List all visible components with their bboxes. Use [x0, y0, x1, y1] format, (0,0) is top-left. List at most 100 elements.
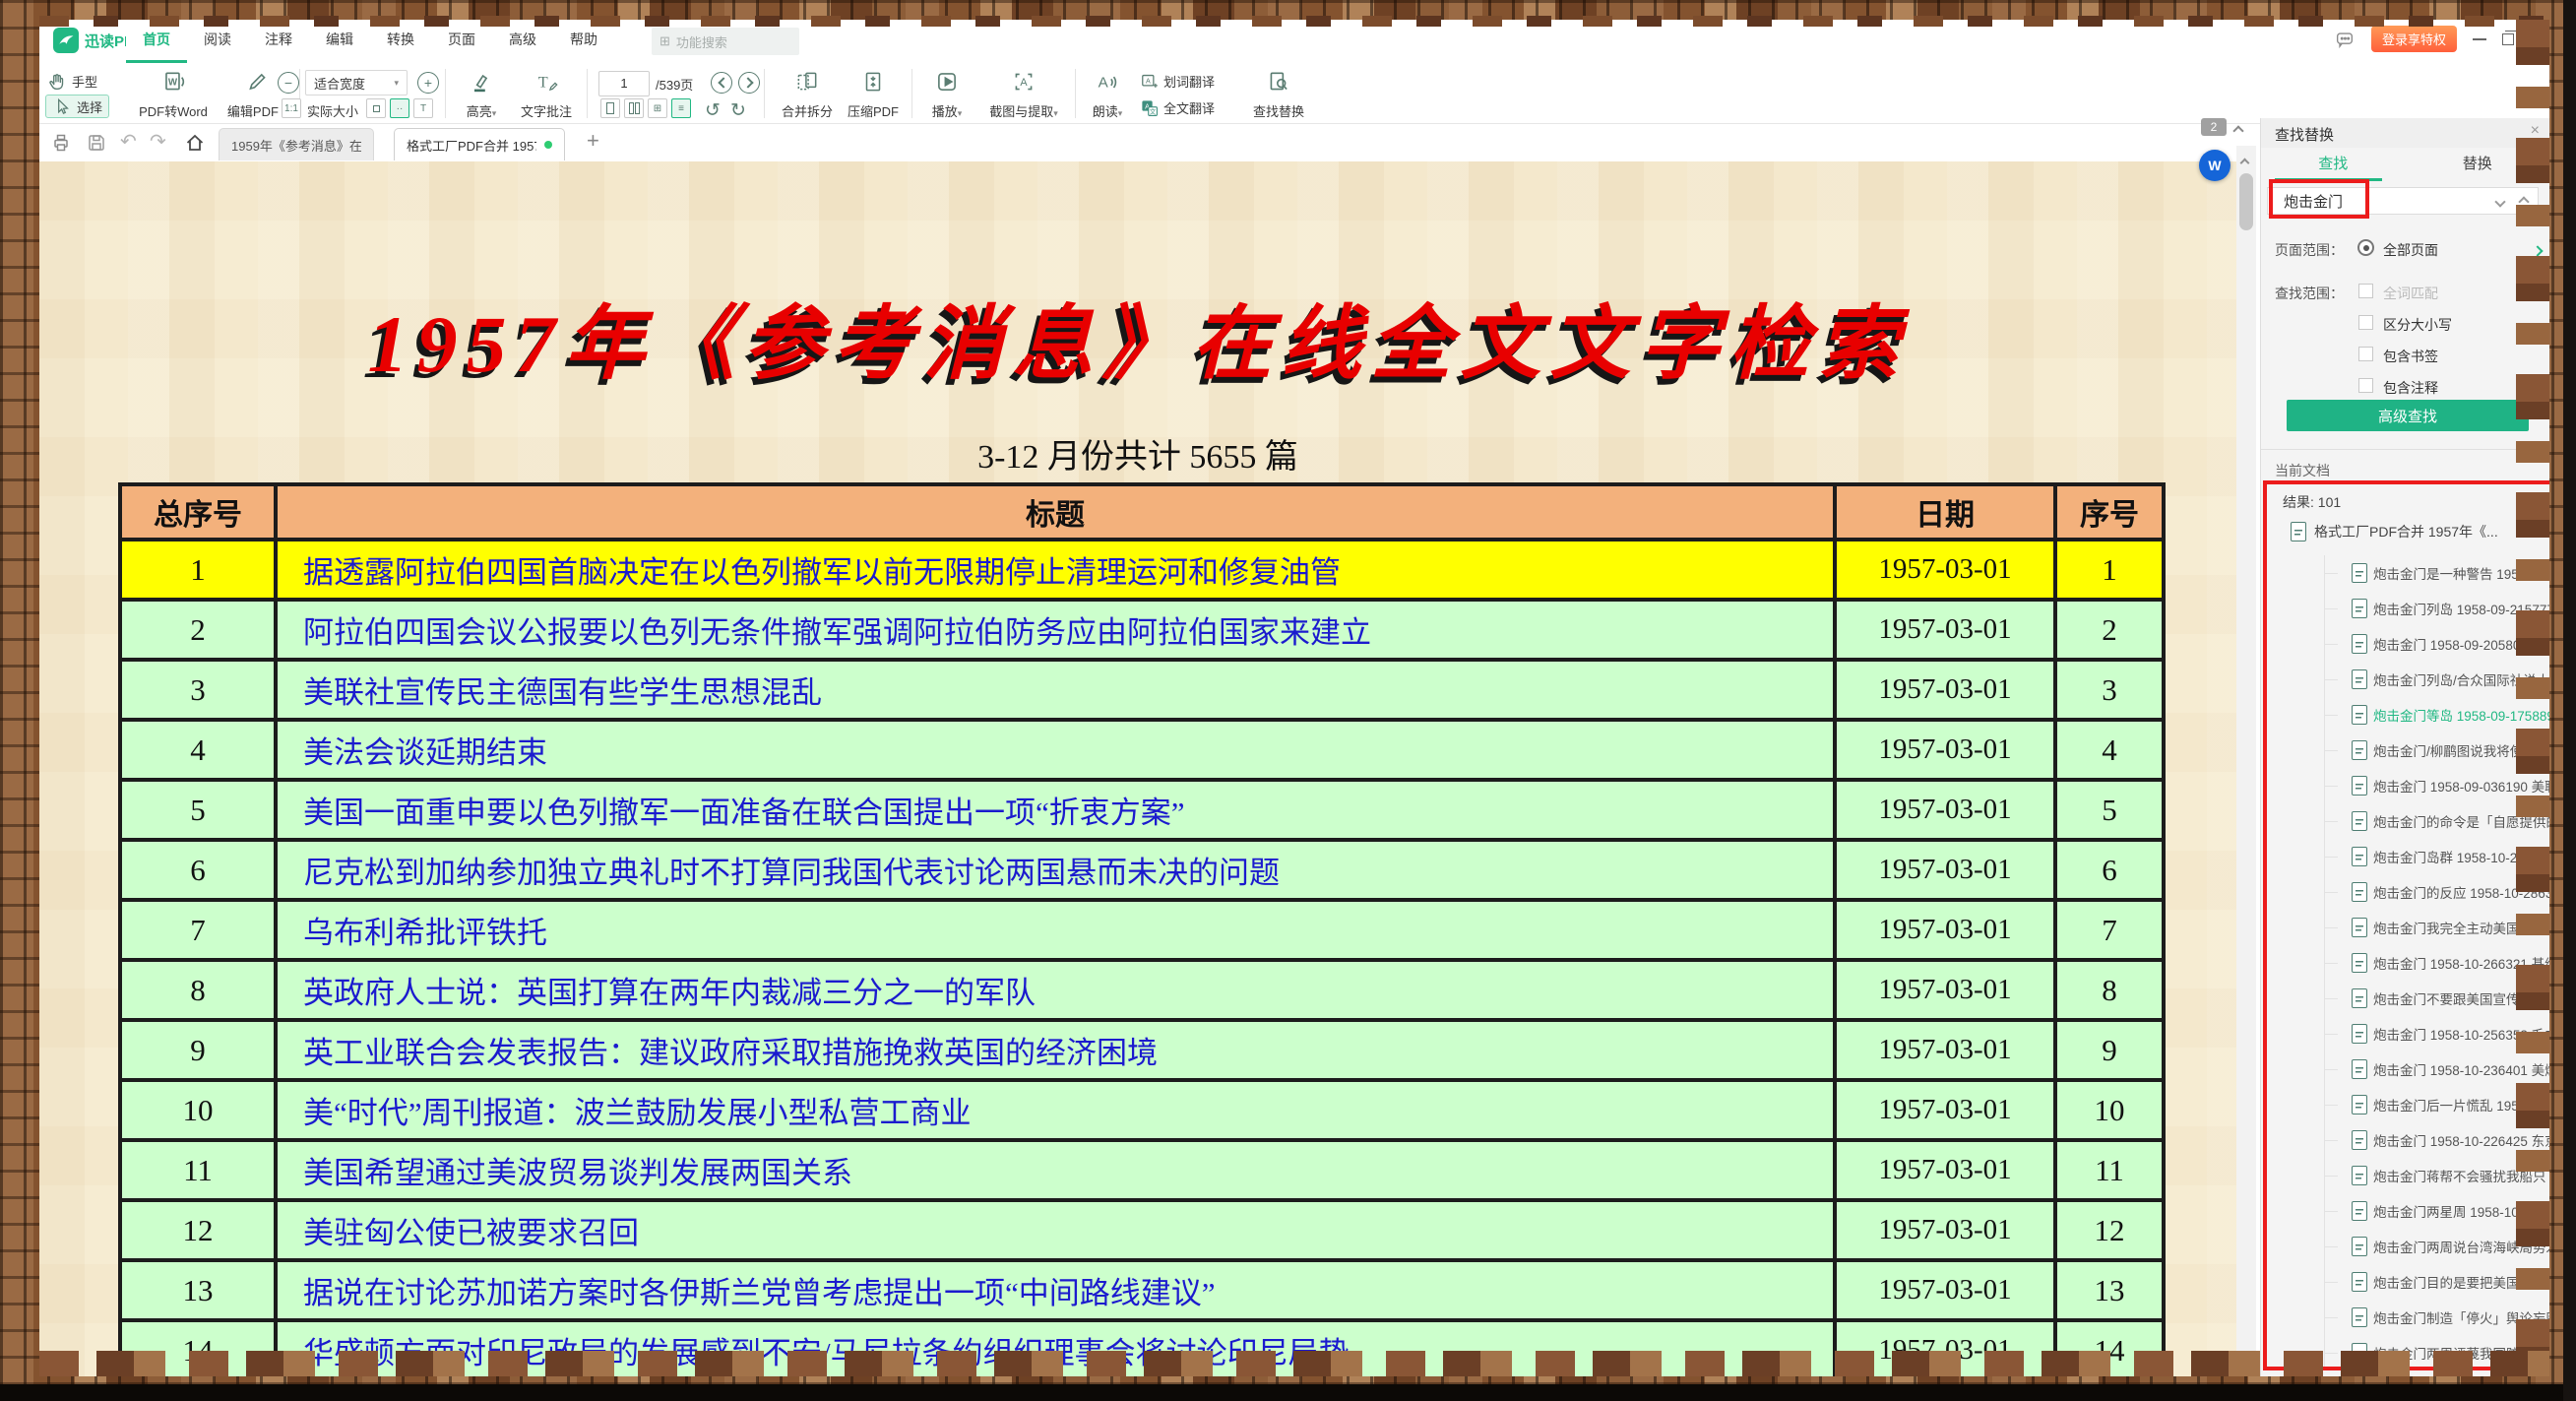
search-result-item[interactable]: 炮击金门制造「停火」舆论妄图我将: [2261, 1300, 2549, 1335]
vertical-scrollbar[interactable]: [2236, 146, 2256, 1376]
cell-date: 1957-03-01: [1835, 600, 2055, 660]
results-tree-root[interactable]: 格式工厂PDF合并 1957年《...: [2291, 522, 2498, 541]
view-facing-button[interactable]: [624, 98, 644, 118]
find-replace-button[interactable]: 查找替换: [1246, 67, 1311, 122]
save-button[interactable]: [85, 131, 108, 155]
prev-page-button[interactable]: [711, 71, 732, 95]
search-result-item[interactable]: 炮击金门目的是要把美国强盗赶出台: [2261, 1264, 2549, 1300]
doc-tab-1957-active[interactable]: 格式工厂PDF合并 1957年《参...: [394, 128, 565, 160]
cell-seq: 3: [2055, 660, 2164, 720]
search-result-item[interactable]: 炮击金门的反应 1958-10-286308 杭: [2261, 874, 2549, 910]
wood-frame-bottom-edge: [39, 1351, 2549, 1376]
panel-tabs: 查找 替换: [2261, 150, 2549, 181]
search-result-item[interactable]: 炮击金门岛群 1958-10-296288叶公: [2261, 839, 2549, 874]
search-result-item[interactable]: 炮击金门两周说台湾海峡局势发生了: [2261, 1229, 2549, 1264]
search-result-item[interactable]: 炮击金门 1958-10-226425 东京人士: [2261, 1122, 2549, 1158]
home-button[interactable]: [183, 131, 207, 155]
document-icon: [2352, 776, 2367, 796]
zoom-in-button[interactable]: +: [417, 71, 439, 95]
search-result-item[interactable]: 炮击金门两星周 1958-10-166519 美: [2261, 1193, 2549, 1229]
checkbox-include-annotations[interactable]: [2358, 378, 2373, 393]
document-icon: [2352, 563, 2367, 583]
one-to-one-icon[interactable]: 1:1: [282, 98, 301, 118]
search-result-item[interactable]: 炮击金门后一片慌乱 1958-10-2264: [2261, 1087, 2549, 1122]
cell-title: 美国希望通过美波贸易谈判发展两国关系: [276, 1140, 1835, 1200]
search-result-item[interactable]: 炮击金门的命令是「自愿提供的情报: [2261, 803, 2549, 839]
search-result-item[interactable]: 炮击金门我完全主动美国务院恼羞成: [2261, 910, 2549, 945]
document-icon: [2352, 847, 2367, 866]
text-annotation-button[interactable]: T 文字批注: [514, 67, 579, 122]
search-result-item[interactable]: 炮击金门等岛 1958-09-175889 美: [2261, 697, 2549, 732]
doc-tab-1959[interactable]: 1959年《参考消息》在线全文...: [219, 128, 374, 160]
compress-pdf-button[interactable]: 压缩PDF: [843, 67, 904, 122]
zoom-out-button[interactable]: −: [278, 71, 299, 95]
fit-page-button[interactable]: [366, 98, 386, 118]
view-grid-button[interactable]: ⊞: [648, 98, 667, 118]
checkbox-include-bookmarks[interactable]: [2358, 347, 2373, 361]
minimize-button[interactable]: [2473, 38, 2486, 40]
search-result-item[interactable]: 炮击金门/柳鹛图说我将使用重型的大: [2261, 732, 2549, 768]
advanced-find-button[interactable]: 高级查找: [2287, 400, 2529, 431]
search-result-item[interactable]: 炮击金门不要跟美国宣传为「侵略」: [2261, 981, 2549, 1016]
select-tool-button[interactable]: 选择: [45, 95, 109, 118]
checkbox-case-sensitive[interactable]: [2358, 315, 2373, 330]
restore-window-button[interactable]: [2502, 33, 2514, 45]
pdf-to-word-fab[interactable]: W: [2199, 150, 2230, 181]
search-result-item[interactable]: 炮击金门蒋帮不会骚扰我船只 1958-: [2261, 1158, 2549, 1193]
next-page-button[interactable]: [738, 71, 760, 95]
new-tab-button[interactable]: +: [587, 130, 599, 152]
rotate-cw-button[interactable]: ↻: [730, 98, 746, 122]
search-input[interactable]: 炮击金门: [2267, 187, 2539, 215]
rotate-ccw-button[interactable]: ↺: [705, 98, 721, 122]
search-result-item[interactable]: 炮击金门 1958-10-266321 基维特到: [2261, 945, 2549, 981]
play-icon: [934, 69, 960, 95]
pdf-to-word-button[interactable]: W PDF转Word: [130, 67, 217, 122]
document-icon: [2352, 882, 2367, 902]
radio-all-pages[interactable]: [2357, 239, 2374, 256]
search-result-item[interactable]: 炮击金门列岛 1958-09-215777 侵台: [2261, 591, 2549, 626]
search-result-item[interactable]: 炮击金门 1958-10-236401 美爆炸: [2261, 1051, 2549, 1087]
merge-split-button[interactable]: 合并拆分: [776, 67, 839, 122]
search-result-item[interactable]: 炮击金门是一种警告 1957-07-16 23: [2261, 555, 2549, 591]
view-single-page-button[interactable]: [600, 98, 620, 118]
capture-icon: A: [1011, 69, 1037, 95]
play-button[interactable]: 播放▾: [921, 67, 973, 122]
checkbox-whole-word[interactable]: [2358, 284, 2373, 298]
zoom-mode-select[interactable]: 适合宽度▾: [305, 70, 408, 96]
fulltext-translate-button[interactable]: A 文 全文翻译: [1140, 96, 1215, 119]
document-icon: [2352, 634, 2367, 654]
chat-icon[interactable]: [2334, 29, 2356, 50]
scroll-thumb[interactable]: [2239, 173, 2253, 230]
actual-size-button[interactable]: 实际大小: [307, 98, 358, 122]
text-zoom-button[interactable]: T: [413, 98, 433, 118]
collapse-toolbar-button[interactable]: [2234, 122, 2242, 140]
page-number-input[interactable]: 1: [598, 71, 650, 96]
redo-button[interactable]: ↷: [150, 132, 166, 152]
word-translate-button[interactable]: A 划词翻译: [1140, 69, 1215, 93]
search-result-item[interactable]: 炮击金门列岛/合众国际社说大担二担: [2261, 662, 2549, 697]
fit-width-button[interactable]: ··: [390, 98, 409, 118]
search-result-item[interactable]: 炮击金门 1958-09-205807 侵台美军: [2261, 626, 2549, 662]
function-search-input[interactable]: ⊞ 功能搜索: [652, 28, 799, 55]
read-aloud-button[interactable]: A 朗读▾: [1083, 67, 1132, 122]
capture-extract-button[interactable]: A 截图与提取▾: [978, 67, 1069, 122]
search-result-item[interactable]: 炮击金门 1958-09-036190 美联社: [2261, 768, 2549, 803]
table-header-row: 总序号 标题 日期 序号: [120, 484, 2164, 540]
search-value: 炮击金门: [2284, 191, 2343, 212]
scroll-up-icon[interactable]: [2241, 154, 2248, 171]
print-button[interactable]: [49, 131, 73, 155]
table-row: 1据透露阿拉伯四国首脑决定在以色列撤军以前无限期停止清理运河和修复油管1957-…: [120, 540, 2164, 600]
highlight-button[interactable]: 高亮▾: [457, 67, 506, 122]
tab-find[interactable]: 查找: [2261, 150, 2406, 181]
cell-title: 美国一面重申要以色列撤军一面准备在联合国提出一项“折衷方案”: [276, 780, 1835, 840]
login-button[interactable]: 登录享特权: [2371, 26, 2457, 52]
cell-title: 乌布利希批评铁托: [276, 900, 1835, 960]
hand-tool-button[interactable]: 手型: [45, 69, 97, 93]
view-continuous-button[interactable]: ≡: [671, 98, 691, 118]
screenshot-frame: 迅读PDF ▾ 首页 阅读 注释 编辑 转换 页面 高级 帮助 ⊞ 功能搜索: [0, 0, 2576, 1401]
search-result-item[interactable]: 炮击金门 1958-10-256353 毛主席同: [2261, 1016, 2549, 1051]
find-next-button[interactable]: [2496, 193, 2504, 210]
document-icon: [2352, 1130, 2367, 1150]
undo-button[interactable]: ↶: [120, 132, 137, 152]
pdf-reader-window: 迅读PDF ▾ 首页 阅读 注释 编辑 转换 页面 高级 帮助 ⊞ 功能搜索: [39, 20, 2549, 1376]
